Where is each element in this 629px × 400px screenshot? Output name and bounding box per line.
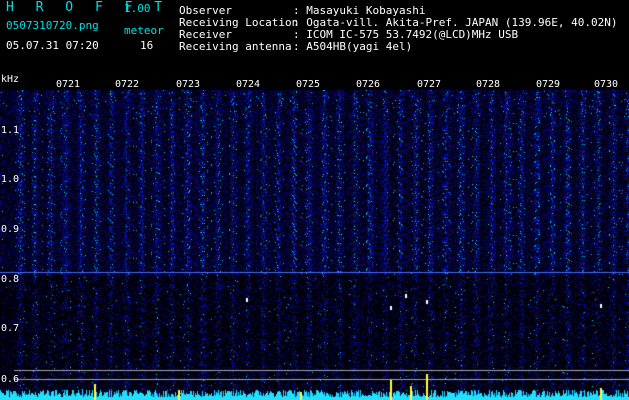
time-tick-0728: 0728 (476, 79, 501, 90)
time-tick-0724: 0724 (236, 79, 261, 90)
app-version: 1.00 (124, 2, 151, 15)
time-tick-0726: 0726 (356, 79, 381, 90)
time-tick-0730: 0730 (594, 79, 619, 90)
y-tick-0.9: 0.9 (1, 224, 20, 235)
header-panel: H R O F F T 1.00 0507310720.png meteor 0… (0, 0, 629, 75)
meteor-count: 16 (140, 39, 154, 52)
y-tick-1.0: 1.0 (1, 174, 20, 185)
file-name: 0507310720.png (6, 19, 99, 32)
time-tick-0725: 0725 (296, 79, 321, 90)
spectrogram-panel (0, 90, 629, 400)
antenna-value: : A504HB(yagi 4el) (293, 40, 413, 53)
meteor-label: meteor (124, 24, 164, 37)
time-tick-0721: 0721 (56, 79, 81, 90)
y-tick-0.6: 0.6 (1, 374, 20, 385)
antenna-label: Receiving antenna (179, 40, 292, 53)
spectrogram-canvas (0, 90, 629, 400)
time-tick-0727: 0727 (417, 79, 442, 90)
y-tick-1.1: 1.1 (1, 125, 20, 136)
y-tick-0.8: 0.8 (1, 274, 20, 285)
y-tick-0.7: 0.7 (1, 323, 20, 334)
time-tick-0722: 0722 (115, 79, 140, 90)
time-tick-0723: 0723 (176, 79, 201, 90)
axis-unit-label: kHz (1, 74, 20, 85)
capture-datetime: 05.07.31 07:20 (6, 39, 99, 52)
time-tick-0729: 0729 (536, 79, 561, 90)
